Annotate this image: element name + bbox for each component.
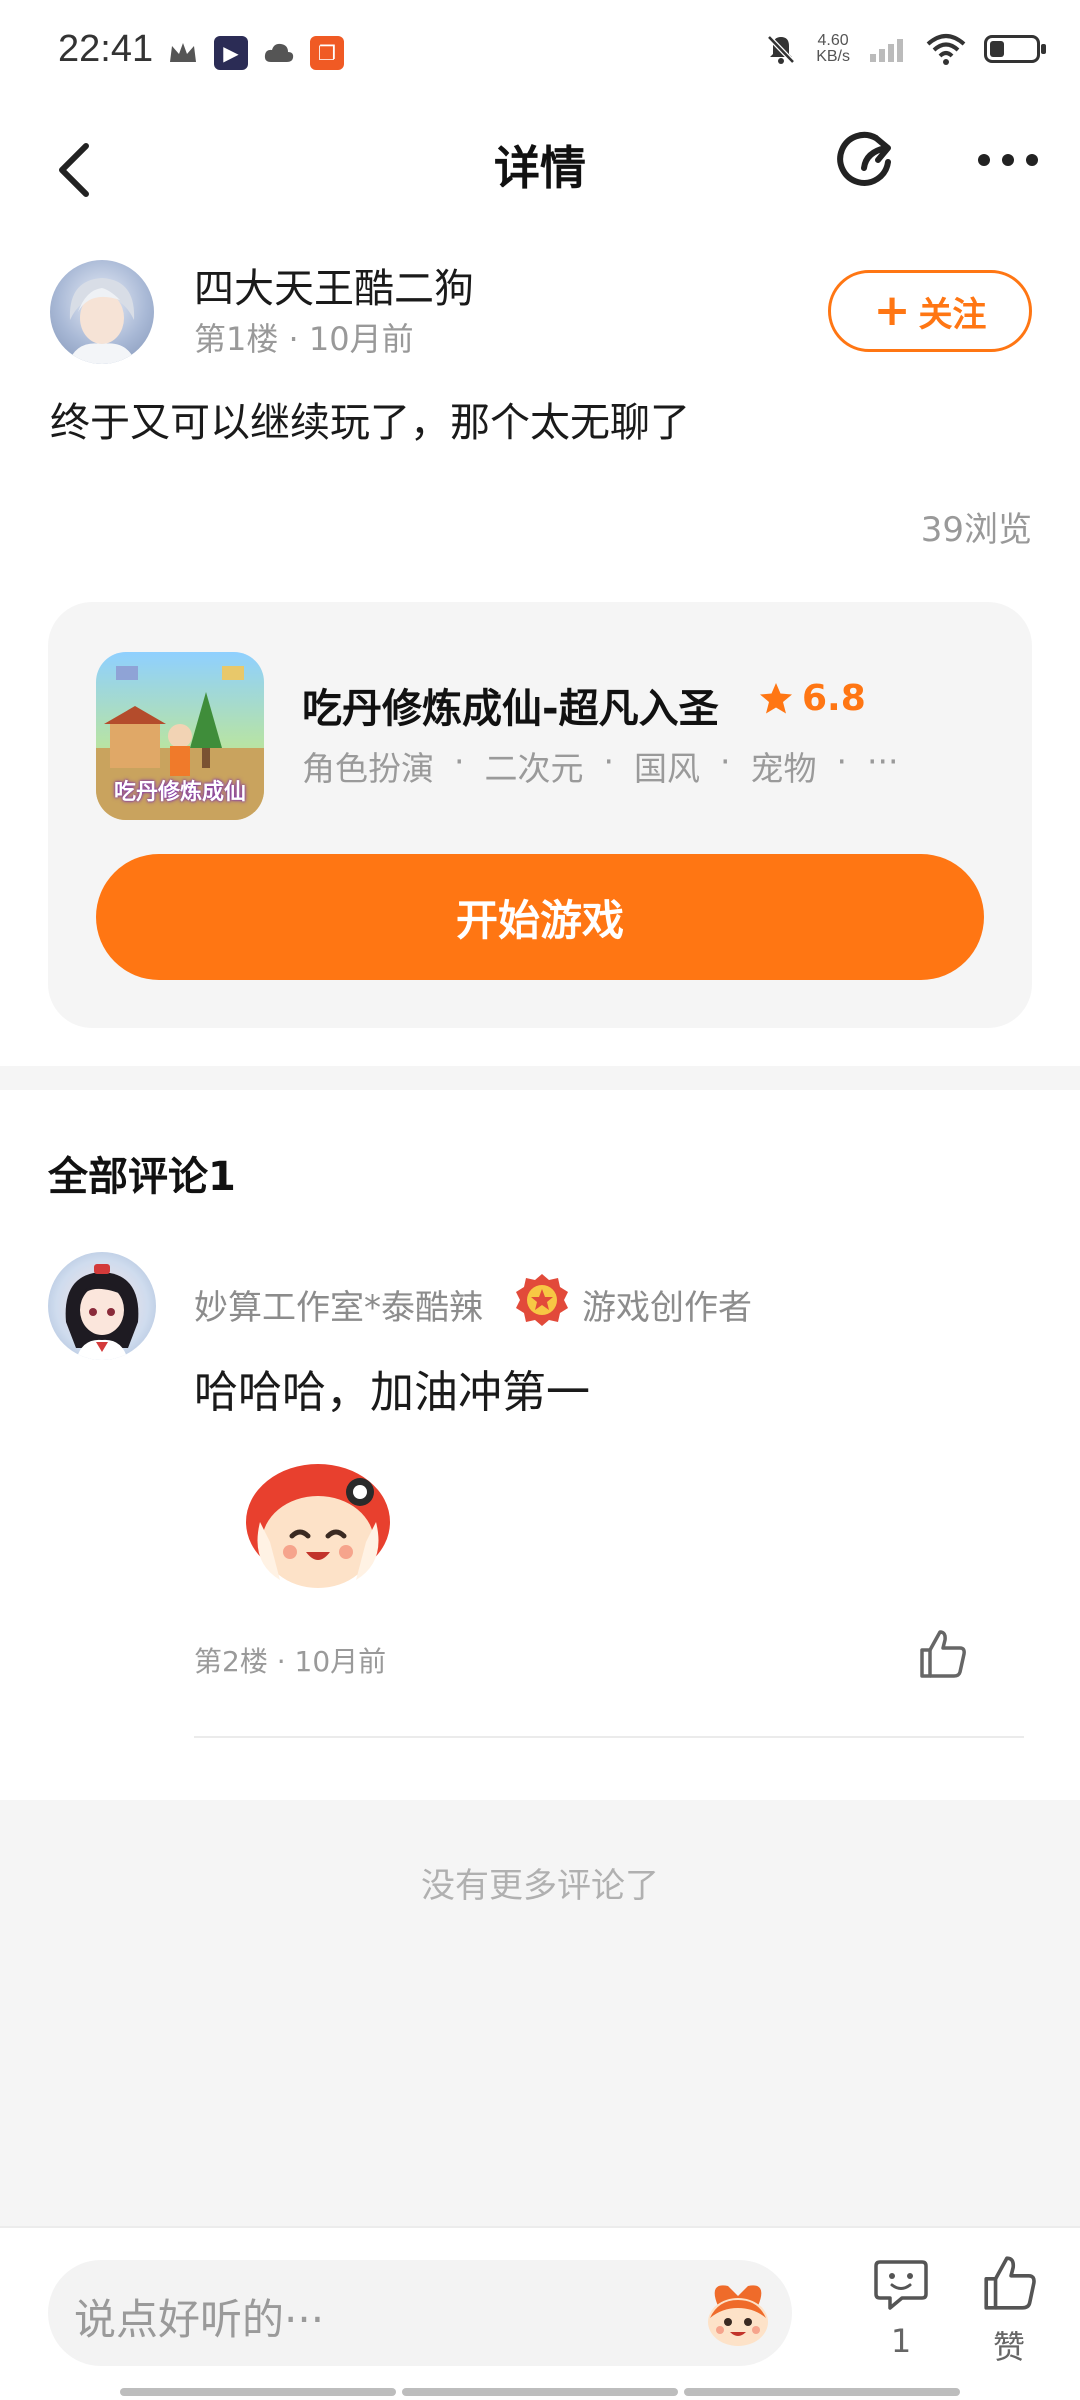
start-game-button[interactable]: 开始游戏 bbox=[96, 854, 984, 980]
mute-bell-icon bbox=[767, 35, 796, 64]
post-content: 终于又可以继续玩了，那个太无聊了 bbox=[50, 400, 690, 446]
cloud-icon bbox=[264, 43, 294, 62]
plus-icon: + bbox=[873, 285, 911, 336]
status-bar: 22:41 ▶ ❐ 4.60 KB/s bbox=[0, 0, 1080, 110]
wifi-icon bbox=[926, 34, 966, 65]
star-icon bbox=[760, 682, 792, 713]
author-avatar[interactable] bbox=[50, 260, 154, 364]
game-card[interactable]: 吃丹修炼成仙 吃丹修炼成仙-超凡入圣 6.8 角色扮演 · 二次元 · 国风 ·… bbox=[48, 602, 1032, 1028]
nav-bar: 详情 bbox=[0, 110, 1080, 240]
comments-section: 全部评论1 妙算工作室*泰酷辣 游戏创作者 哈哈哈，加油冲第一 第2楼 · 10… bbox=[0, 1090, 1080, 1800]
commenter-name[interactable]: 妙算工作室*泰酷辣 bbox=[194, 1280, 483, 1329]
game-rating: 6.8 bbox=[758, 678, 866, 719]
tag-separator: · bbox=[603, 742, 615, 781]
tag-separator: · bbox=[836, 742, 848, 781]
bottom-bar: 说点好听的··· 1 赞 bbox=[0, 2226, 1080, 2400]
tag-separator: · bbox=[720, 742, 731, 781]
no-more-comments: 没有更多评论了 bbox=[421, 1866, 659, 1906]
crown-icon bbox=[170, 43, 196, 62]
rating-value: 6.8 bbox=[802, 678, 866, 719]
comment-input[interactable]: 说点好听的··· bbox=[48, 2260, 792, 2366]
app-icon: ❐ bbox=[310, 36, 344, 70]
avatar-image bbox=[65, 1264, 139, 1360]
thumbs-up-icon[interactable] bbox=[914, 1626, 970, 1682]
status-time: 22:41 bbox=[58, 28, 154, 70]
like-button[interactable]: 赞 bbox=[976, 2254, 1042, 2368]
game-tags: 角色扮演 · 二次元 · 国风 · 宠物 · ··· bbox=[302, 742, 898, 790]
app-icon: ▶ bbox=[214, 36, 248, 70]
battery-icon bbox=[984, 35, 1046, 63]
comment-button[interactable]: 1 bbox=[868, 2254, 934, 2360]
status-notification-icons: ▶ ❐ bbox=[166, 36, 344, 70]
follow-button[interactable]: + 关注 bbox=[828, 270, 1032, 352]
tag-separator: · bbox=[454, 742, 465, 781]
post-meta: 第1楼 · 10月前 bbox=[194, 320, 414, 358]
comment-text: 哈哈哈，加油冲第一 bbox=[194, 1367, 590, 1418]
network-speed-value: 4.60 bbox=[817, 32, 849, 49]
tag: 二次元 bbox=[484, 749, 584, 788]
share-icon[interactable] bbox=[830, 122, 906, 198]
thumbs-up-icon bbox=[984, 2256, 1036, 2310]
avatar-image bbox=[68, 278, 136, 364]
game-icon-caption: 吃丹修炼成仙 bbox=[113, 780, 246, 805]
tag: 角色扮演 bbox=[302, 749, 434, 788]
status-system-icons: 4.60 KB/s bbox=[764, 32, 1046, 66]
post-section: 四大天王酷二狗 第1楼 · 10月前 + 关注 终于又可以继续玩了，那个太无聊了… bbox=[0, 240, 1080, 1066]
commenter-avatar[interactable] bbox=[48, 1252, 156, 1360]
comment-input-placeholder: 说点好听的··· bbox=[74, 2295, 325, 2344]
network-speed-unit: KB/s bbox=[816, 48, 850, 65]
signal-icon bbox=[870, 39, 903, 62]
more-icon[interactable] bbox=[970, 122, 1046, 198]
comment-bubble-icon bbox=[874, 2260, 928, 2310]
like-label: 赞 bbox=[992, 2328, 1025, 2366]
badge-label: 游戏创作者 bbox=[582, 1288, 752, 1328]
game-icon[interactable]: 吃丹修炼成仙 bbox=[96, 652, 264, 820]
creator-badge-icon bbox=[516, 1274, 568, 1326]
view-count: 39浏览 bbox=[920, 510, 1032, 550]
page-title: 详情 bbox=[494, 141, 586, 195]
comments-header: 全部评论1 bbox=[48, 1154, 236, 1200]
tag: 宠物 bbox=[750, 749, 817, 788]
tag: 国风 bbox=[634, 749, 700, 788]
tags-more: ··· bbox=[867, 742, 899, 781]
home-indicator[interactable] bbox=[120, 2388, 960, 2396]
comment-meta: 第2楼 · 10月前 bbox=[194, 1645, 387, 1678]
comment-count: 1 bbox=[890, 2322, 912, 2360]
mascot-icon[interactable] bbox=[698, 2278, 778, 2350]
sticker-image bbox=[246, 1464, 390, 1588]
game-title[interactable]: 吃丹修炼成仙-超凡入圣 bbox=[302, 676, 719, 734]
divider bbox=[194, 1736, 1024, 1738]
follow-label: 关注 bbox=[918, 294, 987, 335]
author-name[interactable]: 四大天王酷二狗 bbox=[194, 256, 474, 314]
network-speed: 4.60 KB/s bbox=[816, 33, 850, 65]
